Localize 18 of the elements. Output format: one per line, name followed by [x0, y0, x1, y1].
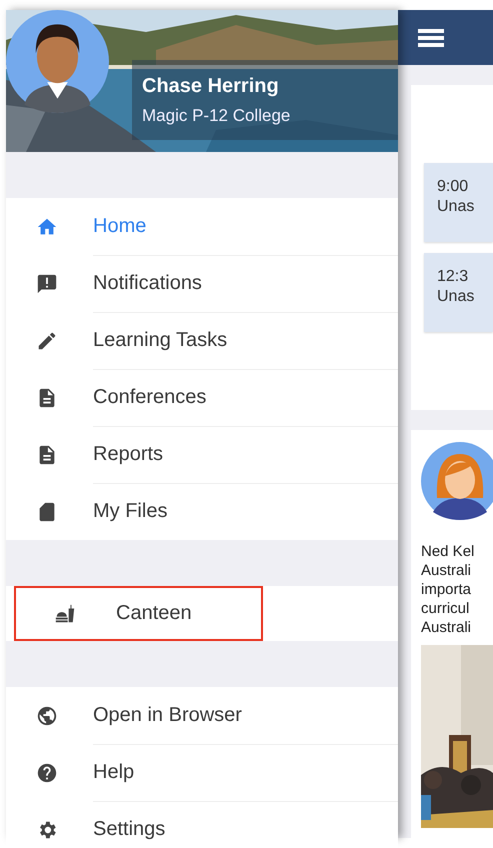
burger-drink-icon: [54, 602, 76, 624]
appointment-card[interactable]: 9:00 Unas: [424, 163, 493, 242]
pencil-icon: [36, 330, 58, 352]
menu-item[interactable]: Reports: [6, 426, 398, 483]
help-icon: [36, 762, 58, 784]
school-name: Magic P-12 College: [142, 106, 292, 126]
menu-item[interactable]: Notifications: [6, 255, 398, 312]
post-text: Ned Kel Australi importa curricul Australi: [421, 542, 476, 637]
menu-item[interactable]: Settings: [6, 801, 398, 848]
menu-item[interactable]: My Files: [6, 483, 398, 540]
alert-message-icon: [36, 272, 58, 294]
globe-icon: [36, 704, 58, 726]
user-name: Chase Herring: [142, 74, 280, 98]
appointment-card[interactable]: 12:3 Unas: [424, 253, 493, 332]
menu-item[interactable]: Help: [6, 744, 398, 801]
menu-item[interactable]: Conferences: [6, 369, 398, 426]
highlighted-menu-item[interactable]: Canteen: [14, 586, 263, 641]
menu-icon[interactable]: [418, 28, 444, 46]
